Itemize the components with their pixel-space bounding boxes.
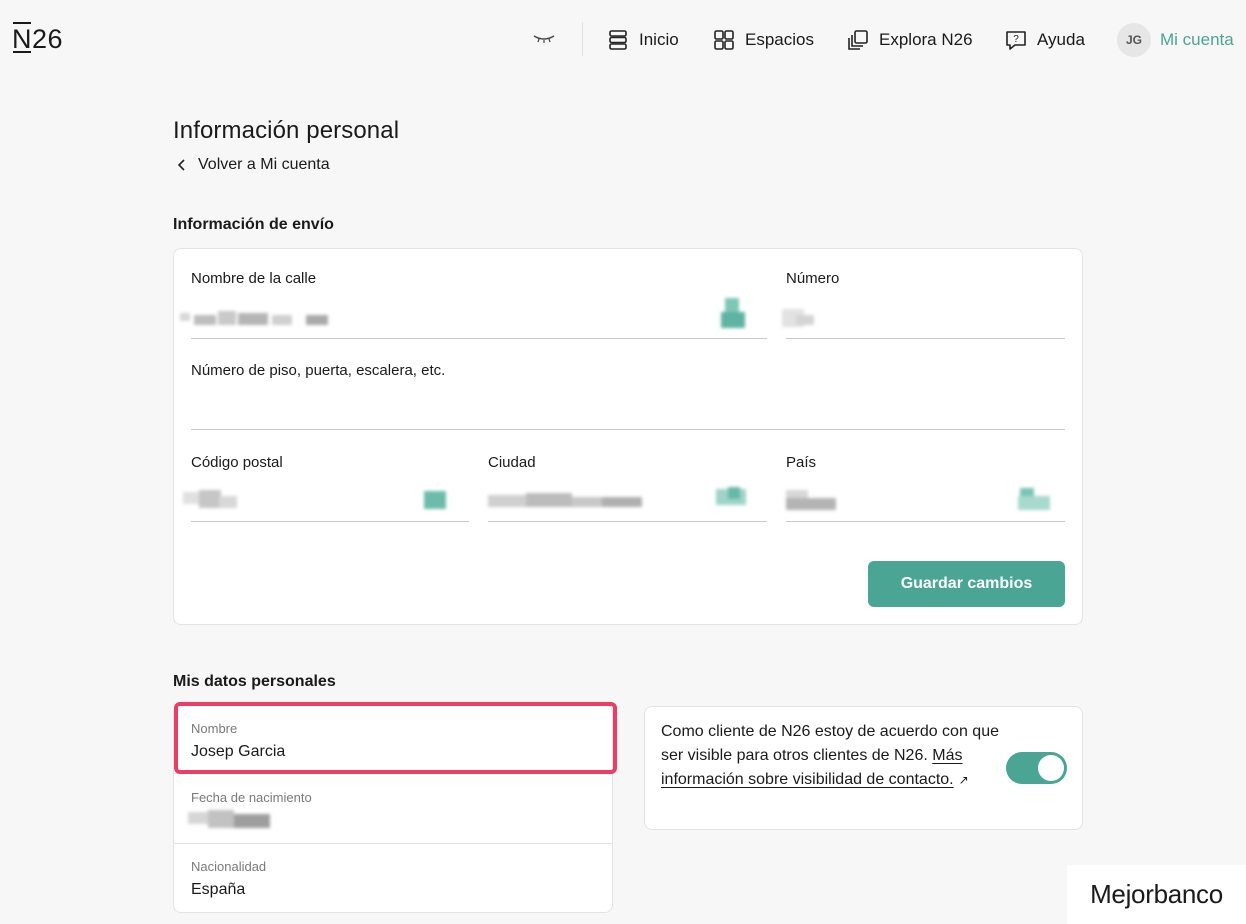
layers-icon — [848, 30, 868, 50]
visibility-toggle[interactable] — [1006, 752, 1067, 784]
nationality-label: Nacionalidad — [191, 859, 267, 874]
nav-ayuda-label: Ayuda — [1037, 30, 1085, 49]
grid-icon — [714, 30, 734, 50]
nav-inicio[interactable]: Inicio — [607, 28, 679, 52]
closed-eye-icon[interactable] — [532, 30, 556, 46]
nationality-row: Nacionalidad España — [173, 843, 613, 913]
postal-underline — [191, 521, 469, 522]
nav-ayuda[interactable]: ? Ayuda — [1005, 28, 1085, 52]
nav-explora[interactable]: Explora N26 — [847, 28, 973, 52]
city-status-icon — [716, 487, 748, 509]
postal-status-icon — [424, 491, 448, 511]
toggle-knob — [1038, 755, 1064, 781]
street-label: Nombre de la calle — [191, 270, 317, 287]
nav-espacios-label: Espacios — [745, 30, 814, 49]
city-underline — [488, 521, 767, 522]
back-link-label: Volver a Mi cuenta — [198, 156, 330, 173]
top-navigation: N26 Inicio Espacios Explora N26 ? Ayuda … — [0, 0, 1246, 80]
shipping-section-title: Información de envío — [173, 216, 334, 233]
nationality-value: España — [191, 881, 246, 898]
n26-logo[interactable]: N26 — [12, 22, 64, 55]
svg-text:?: ? — [1013, 34, 1019, 45]
mi-cuenta-link[interactable]: Mi cuenta — [1160, 30, 1234, 50]
nav-explora-label: Explora N26 — [879, 30, 973, 49]
back-link[interactable]: Volver a Mi cuenta — [176, 156, 330, 174]
street-underline — [191, 338, 767, 339]
postal-input[interactable] — [181, 488, 241, 512]
city-input[interactable] — [486, 491, 646, 511]
logo-digits: 26 — [32, 24, 64, 54]
country-status-icon — [1018, 488, 1052, 510]
birthdate-value — [188, 808, 274, 832]
postal-label: Código postal — [191, 454, 283, 471]
street-status-icon — [721, 298, 747, 330]
page-title: Información personal — [173, 117, 400, 144]
mejorbanco-watermark: Mejorbanco — [1067, 865, 1246, 924]
nav-espacios[interactable]: Espacios — [713, 28, 814, 52]
city-label: Ciudad — [488, 454, 536, 471]
floor-label: Número de piso, puerta, escalera, etc. — [191, 362, 446, 379]
save-changes-button[interactable]: Guardar cambios — [868, 561, 1065, 607]
external-link-icon: ↗ — [958, 773, 969, 787]
nav-inicio-label: Inicio — [639, 30, 679, 49]
country-input[interactable] — [784, 490, 840, 512]
help-chat-icon: ? — [1006, 31, 1026, 50]
chevron-left-icon — [177, 159, 185, 171]
floor-underline[interactable] — [191, 429, 1065, 430]
avatar[interactable]: JG — [1117, 23, 1151, 57]
birthdate-label: Fecha de nacimiento — [191, 790, 312, 805]
street-input[interactable] — [180, 305, 340, 331]
number-label: Número — [786, 270, 840, 287]
birthdate-row: Fecha de nacimiento — [173, 773, 613, 844]
country-label: País — [786, 454, 817, 471]
number-underline — [786, 338, 1065, 339]
country-underline — [786, 521, 1065, 522]
personal-section-title: Mis datos personales — [173, 673, 336, 690]
nav-divider — [582, 22, 583, 56]
name-highlight-box — [174, 702, 617, 774]
number-input[interactable] — [778, 307, 818, 331]
home-stack-icon — [609, 30, 627, 50]
visibility-description: Como cliente de N26 estoy de acuerdo con… — [661, 720, 1001, 792]
